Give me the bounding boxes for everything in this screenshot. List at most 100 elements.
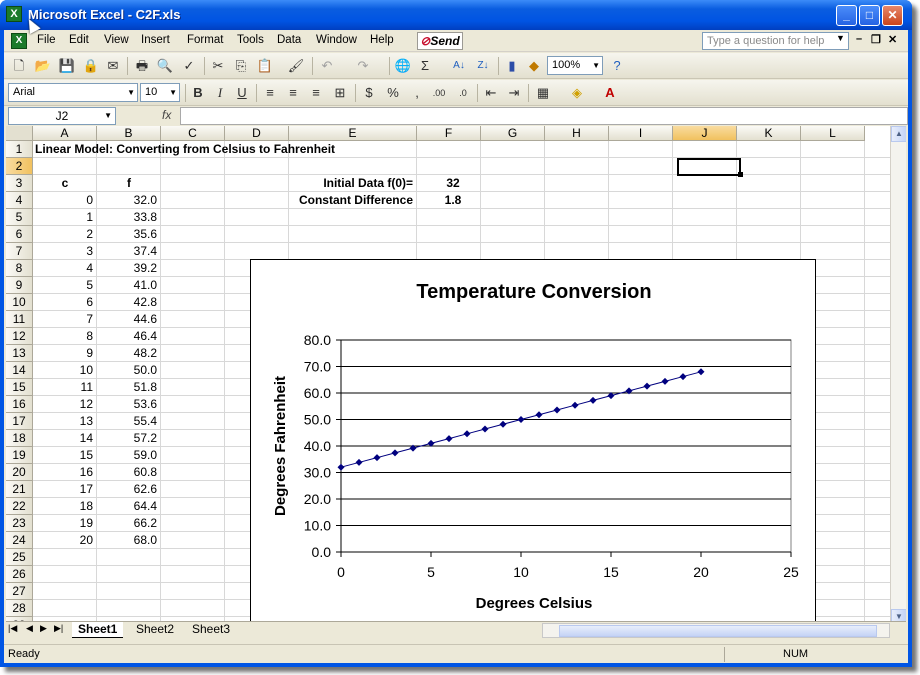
hyperlink-icon[interactable]: 🌐 <box>394 57 412 75</box>
bold-icon[interactable]: B <box>189 84 207 102</box>
formula-input[interactable] <box>180 107 908 125</box>
cell-f-value[interactable]: 59.0 <box>97 447 157 464</box>
column-header-j[interactable]: J <box>673 126 737 141</box>
row-header-2[interactable]: 2 <box>6 158 33 175</box>
cell-c-value[interactable]: 18 <box>33 498 93 515</box>
cell-c-value[interactable]: 2 <box>33 226 93 243</box>
cell-e3-initial-label[interactable]: Initial Data f(0)= <box>289 175 417 192</box>
menu-window[interactable]: Window <box>316 34 357 46</box>
row-header-12[interactable]: 12 <box>6 328 33 345</box>
cell-f-value[interactable]: 32.0 <box>97 192 157 209</box>
menu-file[interactable]: File <box>37 34 56 46</box>
fill-color-icon[interactable]: ◈ <box>568 84 586 102</box>
percent-icon[interactable]: % <box>384 84 402 102</box>
cell-f-value[interactable]: 33.8 <box>97 209 157 226</box>
cell-c-value[interactable]: 15 <box>33 447 93 464</box>
menu-view[interactable]: View <box>104 34 129 46</box>
fill-handle[interactable] <box>738 172 743 177</box>
column-header-l[interactable]: L <box>801 126 865 141</box>
cell-f-value[interactable]: 51.8 <box>97 379 157 396</box>
align-center-icon[interactable]: ≡ <box>284 84 302 102</box>
active-cell-j2[interactable] <box>677 158 741 176</box>
undo-icon[interactable]: ↶ <box>318 57 336 75</box>
cell-f-value[interactable]: 35.6 <box>97 226 157 243</box>
column-header-c[interactable]: C <box>161 126 225 141</box>
column-header-b[interactable]: B <box>97 126 161 141</box>
cell-c-value[interactable]: 7 <box>33 311 93 328</box>
column-header-f[interactable]: F <box>417 126 481 141</box>
cell-f-value[interactable]: 64.4 <box>97 498 157 515</box>
cell-b3-f-header[interactable]: f <box>97 175 161 192</box>
cell-f4-diff-value[interactable]: 1.8 <box>421 192 485 209</box>
worksheet-grid[interactable]: ABCDEFGHIJKL 1 2 3 4 5 6 7 8 9 10 11 12 13 14 15 16 17 18… <box>6 126 906 625</box>
underline-icon[interactable]: U <box>233 84 251 102</box>
doc-close-icon[interactable]: ✕ <box>888 33 897 46</box>
font-size-combo[interactable]: 10 ▼ <box>140 83 180 102</box>
autosum-icon[interactable]: Σ <box>416 57 434 75</box>
close-button[interactable]: ✕ <box>882 5 903 26</box>
chevron-down-icon[interactable]: ▼ <box>127 84 135 101</box>
cell-f-value[interactable]: 68.0 <box>97 532 157 549</box>
cell-c-value[interactable]: 9 <box>33 345 93 362</box>
permission-icon[interactable]: 🔒 <box>82 57 100 75</box>
cell-c-value[interactable]: 17 <box>33 481 93 498</box>
chevron-down-icon[interactable]: ▼ <box>104 108 112 124</box>
minimize-button[interactable]: _ <box>836 5 857 26</box>
decrease-indent-icon[interactable]: ⇤ <box>482 84 500 102</box>
tab-sheet2[interactable]: Sheet2 <box>130 622 180 638</box>
column-header-h[interactable]: H <box>545 126 609 141</box>
cell-c-value[interactable]: 11 <box>33 379 93 396</box>
cell-c-value[interactable]: 5 <box>33 277 93 294</box>
copy-icon[interactable]: ⎘ <box>232 57 250 75</box>
column-header-e[interactable]: E <box>289 126 417 141</box>
row-header-1[interactable]: 1 <box>6 141 33 158</box>
next-sheet-icon[interactable]: ▶ <box>40 623 47 634</box>
menu-insert[interactable]: Insert <box>141 34 170 46</box>
row-header-11[interactable]: 11 <box>6 311 33 328</box>
ask-question-input[interactable]: Type a question for help <box>702 32 849 50</box>
sort-ascending-icon[interactable]: A↓ <box>450 57 468 75</box>
column-header-g[interactable]: G <box>481 126 545 141</box>
italic-icon[interactable]: I <box>211 84 229 102</box>
print-icon[interactable]: 🖶 <box>133 57 151 75</box>
redo-icon[interactable]: ↷ <box>354 57 372 75</box>
help-icon[interactable]: ? <box>608 57 626 75</box>
row-header-16[interactable]: 16 <box>6 396 33 413</box>
cell-c-value[interactable]: 14 <box>33 430 93 447</box>
menu-format[interactable]: Format <box>187 34 223 46</box>
row-header-8[interactable]: 8 <box>6 260 33 277</box>
cut-icon[interactable]: ✂ <box>209 57 227 75</box>
horizontal-scroll-thumb[interactable] <box>559 625 877 637</box>
tab-sheet1[interactable]: Sheet1 <box>72 622 124 638</box>
font-color-icon[interactable]: A <box>601 84 619 102</box>
cell-e4-diff-label[interactable]: Constant Difference <box>289 192 417 209</box>
open-icon[interactable]: 📂 <box>34 57 52 75</box>
row-header-21[interactable]: 21 <box>6 481 33 498</box>
row-header-24[interactable]: 24 <box>6 532 33 549</box>
sort-descending-icon[interactable]: Z↓ <box>474 57 492 75</box>
zoom-combo[interactable]: 100% ▼ <box>547 56 603 75</box>
chevron-down-icon[interactable]: ▼ <box>592 57 600 74</box>
cell-c-value[interactable]: 19 <box>33 515 93 532</box>
cell-c-value[interactable]: 13 <box>33 413 93 430</box>
column-header-d[interactable]: D <box>225 126 289 141</box>
cell-f-value[interactable]: 39.2 <box>97 260 157 277</box>
send-button[interactable]: ⊘Send <box>417 32 463 50</box>
cell-f-value[interactable]: 42.8 <box>97 294 157 311</box>
column-header-i[interactable]: I <box>609 126 673 141</box>
horizontal-scrollbar[interactable] <box>542 623 890 638</box>
cell-c-value[interactable]: 20 <box>33 532 93 549</box>
drawing-icon[interactable]: ◆ <box>525 57 543 75</box>
row-header-10[interactable]: 10 <box>6 294 33 311</box>
cell-f-value[interactable]: 53.6 <box>97 396 157 413</box>
menu-help[interactable]: Help <box>370 34 394 46</box>
menu-data[interactable]: Data <box>277 34 301 46</box>
row-header-5[interactable]: 5 <box>6 209 33 226</box>
new-icon[interactable]: 🗋 <box>10 57 28 75</box>
cell-a3-c-header[interactable]: c <box>33 175 97 192</box>
cell-f-value[interactable]: 41.0 <box>97 277 157 294</box>
decrease-decimal-icon[interactable]: .0 <box>454 84 472 102</box>
row-header-3[interactable]: 3 <box>6 175 33 192</box>
row-header-15[interactable]: 15 <box>6 379 33 396</box>
cell-f-value[interactable]: 55.4 <box>97 413 157 430</box>
